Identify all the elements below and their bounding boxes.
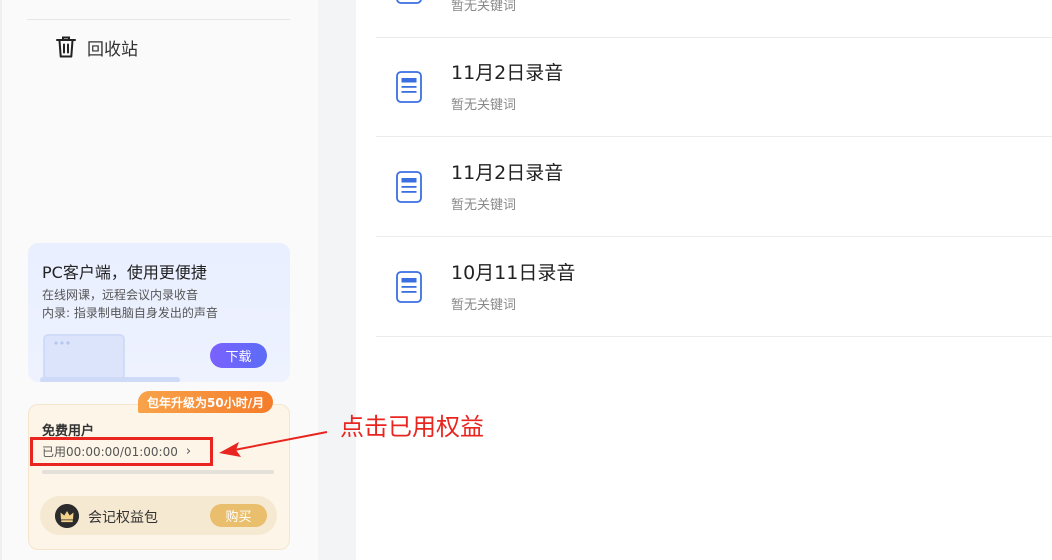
- usage-progress-bar: [42, 470, 274, 474]
- recycle-bin-label: 回收站: [87, 39, 138, 60]
- recording-list-item[interactable]: 暂无关键词: [376, 0, 1052, 38]
- benefit-package-label: 会记权益包: [88, 510, 158, 526]
- document-icon: [396, 271, 422, 303]
- pc-card-note: 内录: 指录制电脑自身发出的声音: [42, 306, 218, 320]
- recording-list-item[interactable]: 10月11日录音暂无关键词: [376, 237, 1052, 337]
- recording-keywords: 暂无关键词: [451, 0, 517, 14]
- sidebar-item-recycle-bin[interactable]: 回收站: [55, 33, 138, 61]
- recording-title: 11月2日录音: [451, 162, 564, 184]
- benefit-package-row: 会记权益包 购买: [40, 496, 277, 535]
- pc-card-title: PC客户端，使用更便捷: [42, 263, 207, 282]
- annotation-highlight-box: [30, 437, 213, 466]
- sidebar-gutter: [318, 0, 356, 560]
- laptop-illustration-icon: [40, 334, 180, 382]
- upgrade-badge[interactable]: 包年升级为50小时/月: [138, 391, 274, 413]
- sidebar-divider: [27, 19, 290, 20]
- annotation-text: 点击已用权益: [340, 413, 484, 441]
- pc-client-promo-card: PC客户端，使用更便捷 在线网课，远程会议内录收音 内录: 指录制电脑自身发出的…: [28, 243, 290, 382]
- annotation-arrow-icon: [219, 431, 328, 457]
- trash-icon: [56, 36, 76, 58]
- recording-list-item[interactable]: 11月2日录音暂无关键词: [376, 37, 1052, 137]
- pc-card-description: 在线网课，远程会议内录收音: [42, 288, 199, 302]
- recording-keywords: 暂无关键词: [451, 298, 517, 313]
- crown-icon: [55, 504, 79, 528]
- recording-title: 10月11日录音: [451, 262, 576, 284]
- recording-keywords: 暂无关键词: [451, 198, 517, 213]
- recording-list-item[interactable]: 11月2日录音暂无关键词: [376, 137, 1052, 237]
- document-icon: [396, 171, 422, 203]
- document-icon: [396, 71, 422, 103]
- recording-title: 11月2日录音: [451, 62, 564, 84]
- download-button[interactable]: 下载: [210, 343, 267, 368]
- document-icon: [396, 0, 422, 4]
- recording-keywords: 暂无关键词: [451, 98, 517, 113]
- list-divider: [376, 336, 1052, 337]
- buy-button[interactable]: 购买: [210, 504, 267, 527]
